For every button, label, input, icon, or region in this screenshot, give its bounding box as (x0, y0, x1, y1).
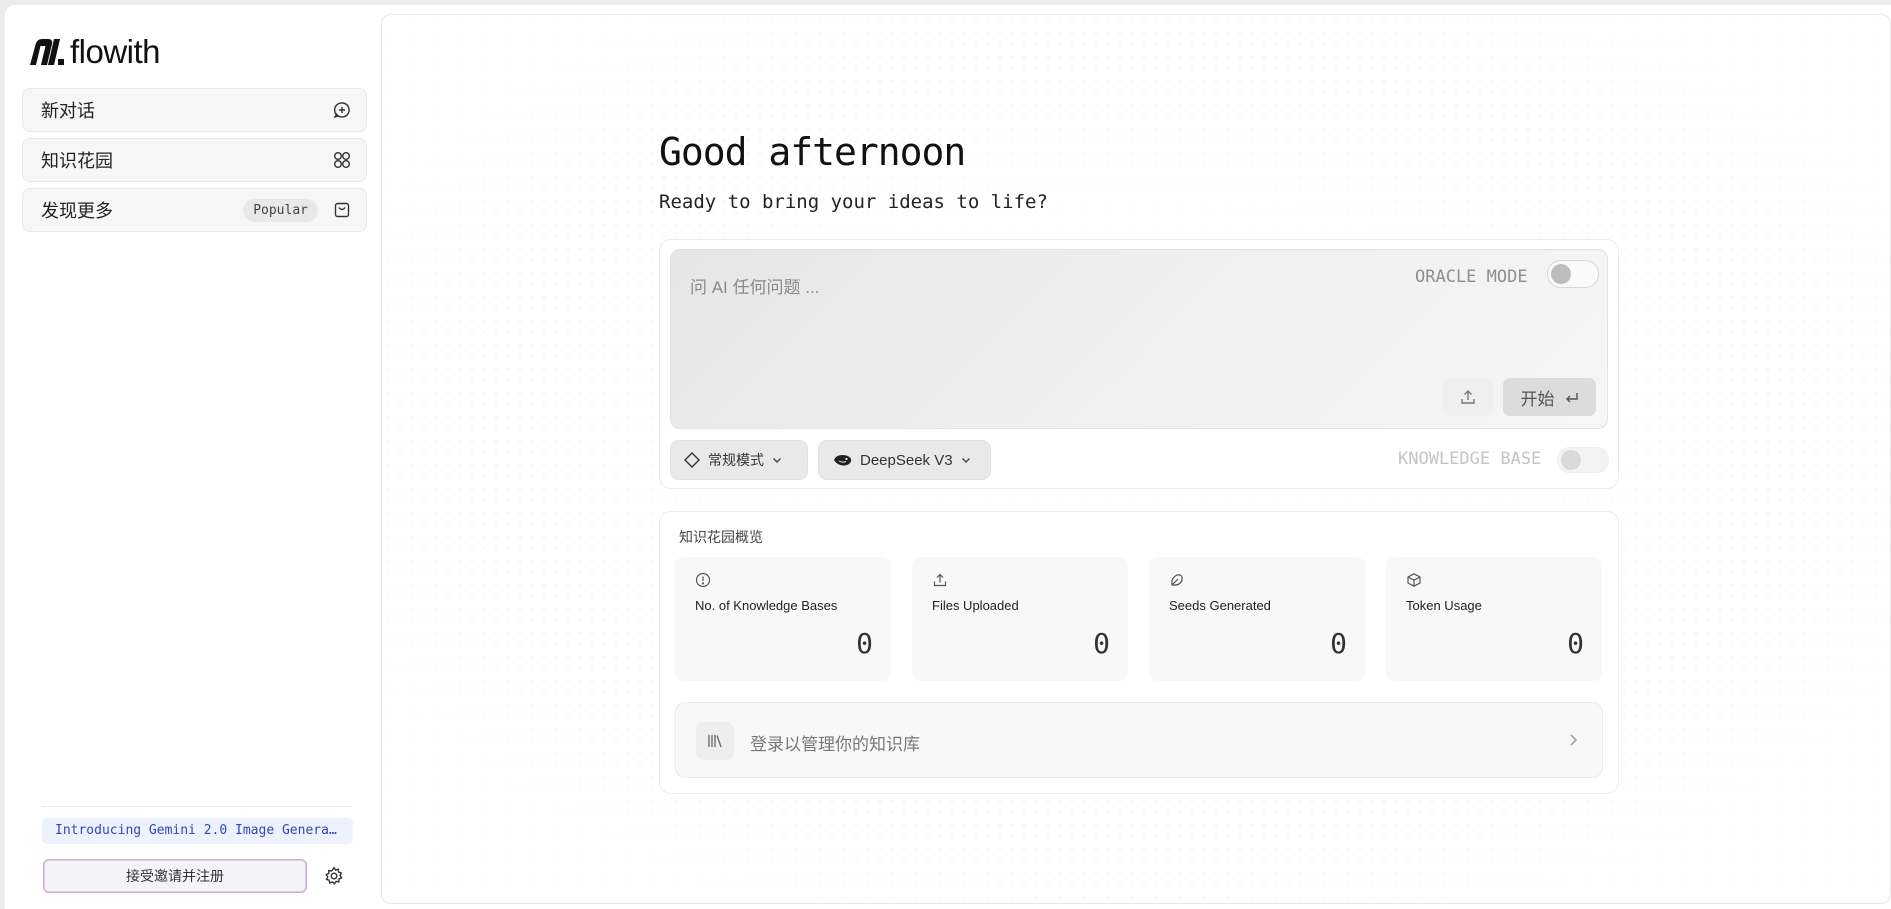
whale-icon (834, 455, 852, 466)
popular-badge: Popular (243, 198, 318, 222)
model-label: DeepSeek V3 (860, 451, 953, 469)
knowledge-base-label: KNOWLEDGE BASE (1398, 449, 1542, 469)
stat-label: No. of Knowledge Bases (695, 598, 838, 613)
upload-icon (933, 573, 947, 587)
stat-label: Seeds Generated (1169, 598, 1271, 613)
login-manage-kb-link[interactable]: 登录以管理你的知识库 (675, 702, 1603, 778)
gear-icon[interactable] (324, 866, 344, 886)
model-dropdown[interactable]: DeepSeek V3 (818, 440, 991, 480)
sidebar-item-discover[interactable]: 发现更多 Popular (22, 188, 367, 232)
prompt-placeholder: 问 AI 任何问题 ... (690, 278, 820, 297)
stat-label: Files Uploaded (932, 598, 1019, 613)
accept-invite-button[interactable]: 接受邀请并注册 (43, 859, 307, 893)
bag-icon (332, 200, 352, 220)
main-panel: Good afternoon Ready to bring your ideas… (381, 14, 1891, 904)
sidebar-divider (42, 806, 352, 807)
page-title: Good afternoon (659, 130, 966, 174)
stat-card-knowledge-bases: No. of Knowledge Bases 0 (675, 557, 891, 681)
diamond-icon (684, 452, 700, 468)
stat-label: Token Usage (1406, 598, 1482, 613)
stat-card-token-usage: Token Usage 0 (1386, 557, 1602, 681)
cube-icon (1407, 573, 1421, 587)
chevron-right-icon (1570, 734, 1577, 746)
mode-dropdown[interactable]: 常规模式 (670, 440, 808, 480)
sidebar-item-new-chat[interactable]: 新对话 (22, 88, 367, 132)
announcement-banner[interactable]: Introducing Gemini 2.0 Image Generation (42, 818, 353, 844)
stat-value: 0 (1330, 627, 1347, 660)
start-button[interactable]: 开始 (1503, 378, 1596, 416)
sidebar-item-knowledge-garden[interactable]: 知识花园 (22, 138, 367, 182)
login-label: 登录以管理你的知识库 (750, 735, 920, 754)
new-chat-icon (332, 100, 352, 120)
sidebar-item-label: 新对话 (41, 101, 95, 121)
chevron-down-icon (773, 458, 781, 463)
page-subtitle: Ready to bring your ideas to life? (659, 191, 1048, 213)
logo[interactable]: flowith (28, 33, 161, 71)
knowledge-base-toggle[interactable] (1557, 447, 1609, 473)
library-icon (696, 722, 734, 760)
stat-card-seeds-generated: Seeds Generated 0 (1149, 557, 1365, 681)
stat-value: 0 (1567, 627, 1584, 660)
upload-icon (1461, 390, 1475, 404)
info-icon (695, 572, 711, 588)
stat-value: 0 (856, 627, 873, 660)
enter-icon (1565, 393, 1578, 403)
sidebar: flowith 新对话 知识花园 发现更多 Popular Introducin… (5, 5, 381, 909)
mode-label: 常规模式 (708, 452, 764, 468)
garden-icon (332, 150, 352, 170)
flowith-logo-icon (30, 39, 64, 65)
app-frame: flowith 新对话 知识花园 发现更多 Popular Introducin… (5, 5, 1891, 909)
stat-card-files-uploaded: Files Uploaded 0 (912, 557, 1128, 681)
toggle-knob (1561, 450, 1581, 470)
sidebar-item-label: 发现更多 (41, 201, 113, 221)
oracle-mode-toggle[interactable] (1547, 260, 1599, 288)
toggle-knob (1551, 264, 1571, 284)
stat-value: 0 (1093, 627, 1110, 660)
seed-icon (1171, 574, 1183, 586)
sidebar-item-label: 知识花园 (41, 151, 113, 171)
logo-text: flowith (70, 33, 161, 70)
chevron-down-icon (961, 458, 970, 463)
overview-title: 知识花园概览 (679, 529, 763, 545)
start-label: 开始 (1520, 389, 1555, 409)
upload-button[interactable] (1443, 378, 1493, 416)
oracle-mode-label: ORACLE MODE (1415, 267, 1528, 287)
